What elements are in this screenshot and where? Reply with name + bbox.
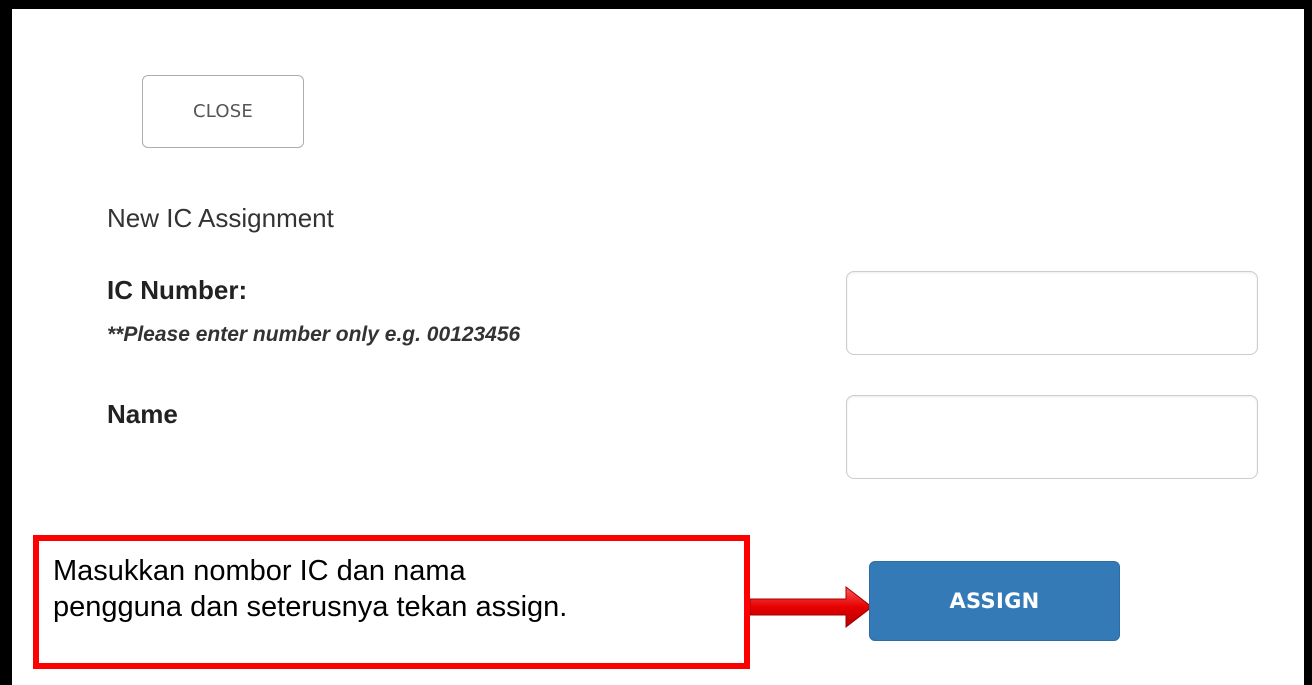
section-title: New IC Assignment: [107, 203, 334, 233]
name-input[interactable]: [846, 395, 1258, 479]
screenshot-frame: CLOSE New IC Assignment IC Number: **Ple…: [0, 0, 1312, 685]
instruction-callout: Masukkan nombor IC dan nama pengguna dan…: [33, 535, 750, 669]
pointer-arrow-icon: [750, 585, 873, 629]
ic-number-label: IC Number:: [107, 275, 248, 305]
assign-button[interactable]: ASSIGN: [869, 561, 1120, 641]
close-button[interactable]: CLOSE: [142, 75, 304, 148]
instruction-line-1: Masukkan nombor IC dan nama: [53, 555, 466, 587]
instruction-line-2: pengguna dan seterusnya tekan assign.: [53, 591, 568, 623]
name-label: Name: [107, 399, 178, 429]
ic-number-input[interactable]: [846, 271, 1258, 355]
ic-number-hint: **Please enter number only e.g. 00123456: [107, 323, 521, 346]
